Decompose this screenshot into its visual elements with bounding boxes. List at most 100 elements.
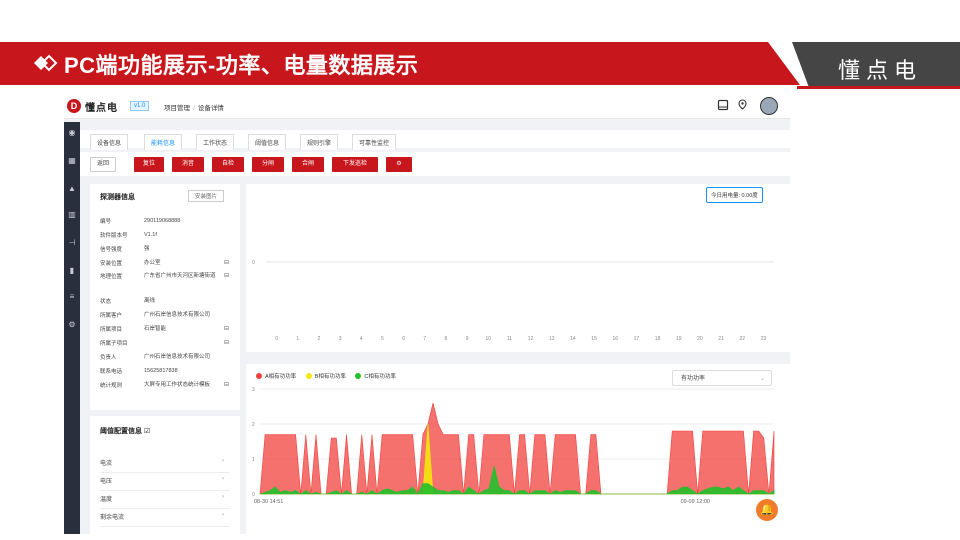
detector-row-value: 大屏专用工作状态统计模板 [144, 382, 211, 388]
edit-icon[interactable]: ⊟ [224, 259, 229, 266]
x-tick-label: 4 [360, 336, 363, 342]
tab-device-info[interactable]: 设备信息 [90, 134, 129, 150]
x-tick-label: 12 [528, 336, 534, 342]
mute-button[interactable]: 消音 [172, 157, 204, 172]
open-switch-button[interactable]: 分闸 [252, 157, 284, 172]
edit-icon[interactable]: ⊟ [224, 325, 229, 332]
edit-icon[interactable]: ⊟ [224, 381, 229, 388]
detector-row-key: 状态 [100, 299, 112, 305]
send-inspection-button[interactable]: 下发巡检 [332, 157, 378, 172]
threshold-item-voltage[interactable]: 电压 › [100, 476, 230, 491]
x-tick-label: 16 [612, 336, 618, 342]
today-energy-badge[interactable]: 今日用电量: 0.00度 [706, 187, 763, 203]
edit-icon[interactable]: ☑ [144, 428, 150, 435]
settings-icon[interactable]: ⚙ [67, 320, 77, 330]
y-tick-label: 2 [252, 422, 255, 428]
power-chart-panel: A相有功功率 B相有功功率 C相有功功率 有功功率 ⌄ 0 1 2 3 08-30 14:… [246, 364, 790, 534]
chevron-right-icon: › [222, 476, 224, 482]
x-tick-label: 20 [697, 336, 703, 342]
building-icon[interactable]: ▥ [67, 210, 77, 220]
edit-icon[interactable]: ⊟ [224, 339, 229, 346]
breadcrumb-item-project[interactable]: 项目管理 [164, 105, 190, 112]
x-tick-label: 08-30 14:51 [254, 499, 283, 505]
threshold-config-panel: 阈值配置信息 ☑ 电流 › 电压 › 温度 › 剩余电流 › [90, 416, 240, 534]
tab-rule-engine[interactable]: 规则引擎 [300, 134, 339, 150]
tab-reliability[interactable]: 可靠性监控 [352, 134, 397, 150]
detector-row-key: 地理位置 [100, 274, 123, 280]
chart-legend: A相有功功率 B相有功功率 C相有功功率 [256, 372, 404, 380]
y-tick-label: 3 [252, 387, 255, 393]
tab-energy-info[interactable]: 能耗信息 [144, 134, 183, 150]
tab-work-status[interactable]: 工作状态 [196, 134, 235, 150]
detector-row-value: 广州石岸信息技术有限公司 [144, 312, 211, 318]
detector-row-key: 编号 [100, 219, 112, 225]
threshold-config-title: 阈值配置信息 ☑ [100, 428, 151, 435]
app-window: D 懂点电 v1.0 项目管理 / 设备详情 ◉ ▦ ▲ ▥ ⊣ ▮ ≡ ⚙ 设备信… [64, 94, 790, 534]
breadcrumb-item-device: 设备详情 [197, 105, 224, 112]
back-button[interactable]: 返回 [90, 157, 116, 172]
y-tick-label: 0 [252, 260, 255, 266]
grid-icon[interactable]: ▦ [67, 156, 77, 166]
x-tick-label: 17 [634, 336, 640, 342]
install-photo-button[interactable]: 安装图片 [188, 190, 225, 202]
legend-b[interactable]: B相有功功率 [305, 372, 346, 380]
top-bar: D 懂点电 v1.0 项目管理 / 设备详情 [64, 94, 790, 119]
dashboard-icon[interactable]: ◉ [67, 128, 77, 138]
tab-threshold-info[interactable]: 阈值信息 [248, 134, 287, 150]
threshold-item-temperature[interactable]: 温度 › [100, 494, 230, 509]
threshold-item-current[interactable]: 电流 › [100, 458, 230, 473]
close-switch-button[interactable]: 合闸 [292, 157, 324, 172]
energy-bar-chart: 00 1 2 3 4 5 6 7 8 9 10 11 12 13 14 15 16 17 18 19 20 21 22 23 [252, 260, 774, 342]
document-icon[interactable]: ≡ [67, 292, 77, 302]
detector-row-value: 强 [144, 246, 150, 252]
edit-icon[interactable]: ⊟ [224, 272, 229, 279]
power-area-chart: 0 1 2 3 08-30 14:51 09-09 12:00 [252, 387, 775, 505]
detector-row-value: 15625817838 [144, 368, 178, 374]
legend-a[interactable]: A相有功功率 [256, 372, 296, 380]
x-tick-label: 09-09 12:00 [681, 499, 710, 505]
logo-icon: D [67, 99, 81, 113]
threshold-item-residual-current[interactable]: 剩余电流 › [100, 512, 230, 527]
detector-row-key: 所属项目 [100, 327, 123, 333]
detector-row-key: 所属子项目 [100, 341, 128, 347]
reset-button[interactable]: 复位 [134, 157, 164, 172]
series-area-a [259, 402, 775, 495]
chevron-down-icon: ⌄ [759, 376, 765, 382]
self-test-button[interactable]: 自检 [212, 157, 244, 172]
slide-title: PC端功能展示-功率、电量数据展示 [64, 53, 419, 78]
gear-icon[interactable]: ⚙ [386, 157, 412, 172]
x-tick-label: 21 [718, 336, 724, 342]
x-tick-label: 13 [549, 336, 555, 342]
x-tick-label: 19 [676, 336, 682, 342]
daily-energy-chart: 今日用电量: 0.00度 0 0 1 2 3 4 5 6 7 8 9 10 11 12 13 14 15 16 17… [246, 184, 790, 352]
bell-icon[interactable]: ▲ [67, 184, 77, 194]
detector-row-key: 所属客户 [100, 313, 123, 319]
version-badge: v1.0 [130, 101, 150, 111]
detector-row-value: V1.1f [144, 232, 157, 238]
x-tick-label: 22 [739, 336, 745, 342]
chevron-right-icon: › [222, 458, 224, 464]
x-tick-label: 15 [591, 336, 597, 342]
legend-c[interactable]: C相有功功率 [355, 372, 396, 380]
detector-row-value: 广州石岸信息技术有限公司 [144, 354, 211, 360]
tab-bar: 设备信息 能耗信息 工作状态 阈值信息 规则引擎 可靠性监控 [80, 130, 790, 150]
detector-row-value: 石岸智能 [144, 326, 167, 332]
file-icon[interactable]: ▮ [67, 266, 77, 276]
avatar[interactable] [760, 97, 778, 115]
detector-row-value: 290119068888 [144, 218, 181, 224]
x-tick-label: 11 [507, 336, 512, 342]
map-pin-icon[interactable] [736, 99, 749, 112]
y-tick-label: 0 [252, 492, 255, 498]
wiring-icon[interactable]: ⊣ [67, 238, 77, 248]
y-tick-label: 1 [252, 457, 255, 463]
detector-row-key: 负责人 [100, 355, 117, 361]
detector-row-key: 软件版本号 [100, 233, 128, 239]
x-tick-label: 1 [296, 336, 299, 342]
metric-select[interactable]: 有功功率 ⌄ [672, 370, 772, 386]
detector-row-value: 办公室 [144, 260, 161, 266]
diamond-icon [34, 54, 58, 72]
x-tick-label: 7 [423, 336, 426, 342]
notification-bell-icon[interactable]: 🔔 [756, 499, 778, 521]
book-icon[interactable] [716, 99, 729, 112]
legend-b-swatch [305, 373, 312, 379]
